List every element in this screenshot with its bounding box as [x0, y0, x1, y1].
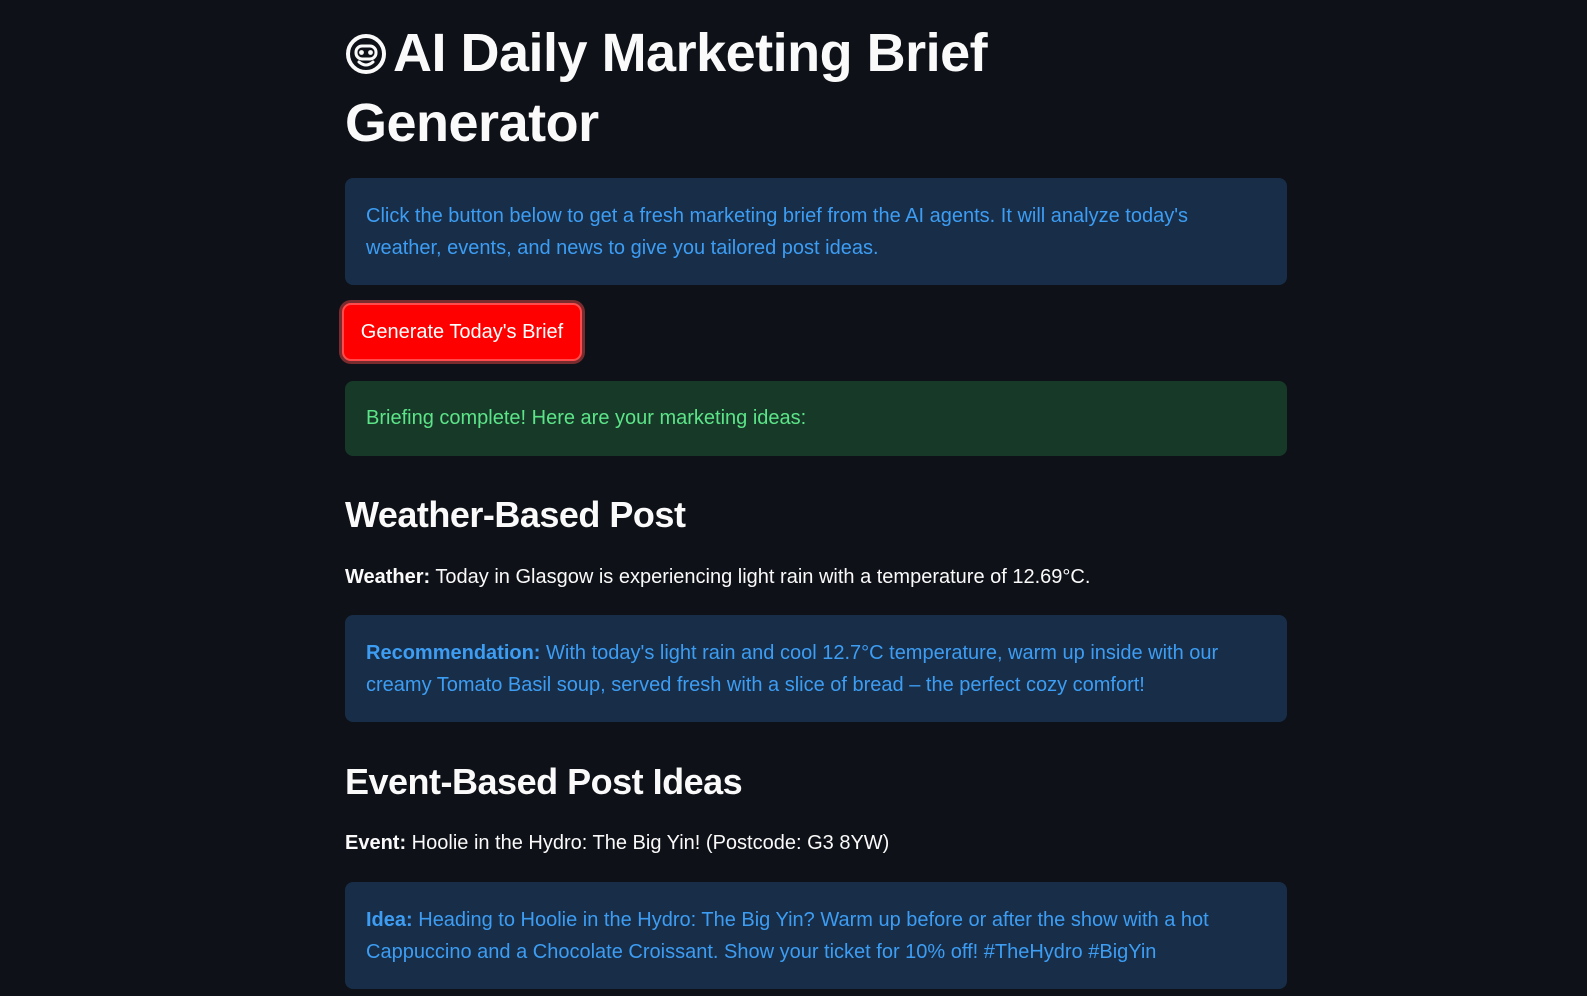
- weather-section-heading: Weather-Based Post: [345, 494, 686, 535]
- success-alert: Briefing complete! Here are your marketi…: [345, 381, 1287, 456]
- idea-info-box: Idea: Heading to Hoolie in the Hydro: Th…: [345, 882, 1287, 989]
- event-line: Event: Hoolie in the Hydro: The Big Yin!…: [345, 828, 889, 858]
- event-section-heading: Event-Based Post Ideas: [345, 761, 743, 802]
- recommendation-label: Recommendation:: [366, 642, 541, 664]
- robot-face-icon: [346, 34, 386, 74]
- page-title: AI Daily Marketing Brief Generator: [345, 18, 1105, 158]
- weather-text: Today in Glasgow is experiencing light r…: [430, 566, 1091, 588]
- weather-label: Weather:: [345, 566, 431, 588]
- success-text: Briefing complete! Here are your marketi…: [366, 407, 807, 429]
- idea-label: Idea:: [366, 909, 413, 931]
- event-label: Event:: [345, 832, 407, 854]
- page-title-text: AI Daily Marketing Brief Generator: [345, 23, 988, 153]
- weather-line: Weather: Today in Glasgow is experiencin…: [345, 562, 1090, 592]
- event-text: Hoolie in the Hydro: The Big Yin! (Postc…: [406, 832, 890, 854]
- intro-info-box: Click the button below to get a fresh ma…: [345, 178, 1287, 285]
- intro-text: Click the button below to get a fresh ma…: [366, 205, 1189, 259]
- generate-brief-button[interactable]: Generate Today's Brief: [342, 303, 582, 361]
- recommendation-info-box: Recommendation: With today's light rain …: [345, 615, 1287, 722]
- idea-text: Heading to Hoolie in the Hydro: The Big …: [366, 909, 1209, 963]
